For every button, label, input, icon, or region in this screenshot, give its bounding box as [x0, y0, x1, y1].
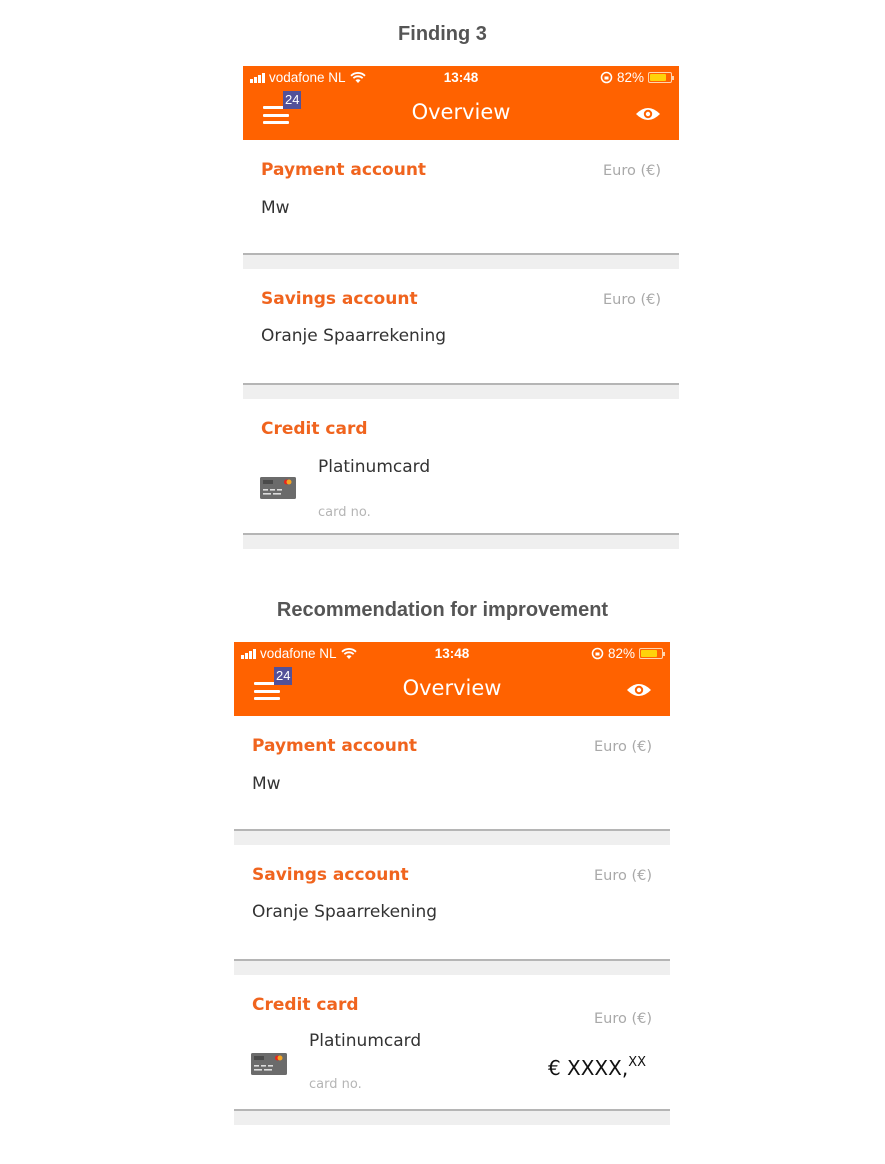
currency-label: Euro (€) — [602, 163, 661, 179]
page-title: Overview — [411, 100, 511, 124]
page-title: Overview — [402, 676, 502, 700]
balance-amount: € XXXX, — [547, 1056, 629, 1080]
currency-label: Euro (€) — [593, 739, 652, 755]
recommendation-caption: Recommendation for improvement — [276, 599, 609, 621]
navbar: 24 Overview — [243, 88, 679, 140]
section-title: Credit card — [261, 419, 368, 439]
payment-account-card[interactable]: Payment account Euro (€) Mw — [243, 140, 679, 255]
savings-account-card[interactable]: Savings account Euro (€) Oranje Spaarrek… — [243, 269, 679, 385]
currency-label: Euro (€) — [593, 868, 652, 884]
section-title: Credit card — [252, 995, 359, 1015]
card-name: Platinumcard — [318, 457, 431, 477]
section-divider — [243, 385, 679, 399]
section-divider — [234, 1111, 670, 1125]
phone-finding: vodafone NL 13:48 82% 24 Overview Paymen… — [243, 66, 679, 549]
card-number-label: card no. — [318, 505, 371, 520]
battery-percent: 82% — [607, 646, 635, 661]
account-name: Oranje Spaarrekening — [252, 902, 438, 922]
navbar: 24 Overview — [234, 664, 670, 716]
account-name: Oranje Spaarrekening — [261, 326, 447, 346]
card-balance: € XXXX,XX — [548, 1055, 646, 1080]
section-divider — [243, 535, 679, 549]
section-title: Payment account — [261, 160, 427, 180]
app-header: vodafone NL 13:48 82% 24 Overview — [234, 642, 670, 716]
finding-caption: Finding 3 — [398, 23, 487, 45]
currency-label: Euro (€) — [602, 292, 661, 308]
savings-account-card[interactable]: Savings account Euro (€) Oranje Spaarrek… — [234, 845, 670, 961]
app-header: vodafone NL 13:48 82% 24 Overview — [243, 66, 679, 140]
section-title: Savings account — [261, 289, 418, 309]
section-divider — [234, 961, 670, 975]
rotation-lock-icon — [591, 647, 604, 660]
credit-card-card[interactable]: Credit card Platinumcard card no. — [243, 399, 679, 535]
account-name: Mw — [252, 774, 281, 794]
currency-label: Euro (€) — [593, 1011, 652, 1027]
card-name: Platinumcard — [309, 1031, 422, 1051]
section-title: Savings account — [252, 865, 409, 885]
credit-card-icon — [260, 477, 296, 499]
balance-cents: XX — [628, 1055, 646, 1070]
battery-percent: 82% — [616, 70, 644, 85]
section-title: Payment account — [252, 736, 418, 756]
credit-card-icon — [251, 1053, 287, 1075]
card-number-label: card no. — [309, 1077, 362, 1092]
battery-icon — [648, 72, 674, 83]
payment-account-card[interactable]: Payment account Euro (€) Mw — [234, 716, 670, 831]
phone-recommendation: vodafone NL 13:48 82% 24 Overview Paymen… — [234, 642, 670, 1125]
status-bar: vodafone NL 13:48 82% — [234, 646, 670, 664]
eye-icon[interactable] — [626, 682, 652, 698]
battery-icon — [639, 648, 665, 659]
status-bar: vodafone NL 13:48 82% — [243, 70, 679, 88]
credit-card-card[interactable]: Credit card Euro (€) Platinumcard card n… — [234, 975, 670, 1111]
eye-icon[interactable] — [635, 106, 661, 122]
account-name: Mw — [261, 198, 290, 218]
section-divider — [243, 255, 679, 269]
section-divider — [234, 831, 670, 845]
rotation-lock-icon — [600, 71, 613, 84]
